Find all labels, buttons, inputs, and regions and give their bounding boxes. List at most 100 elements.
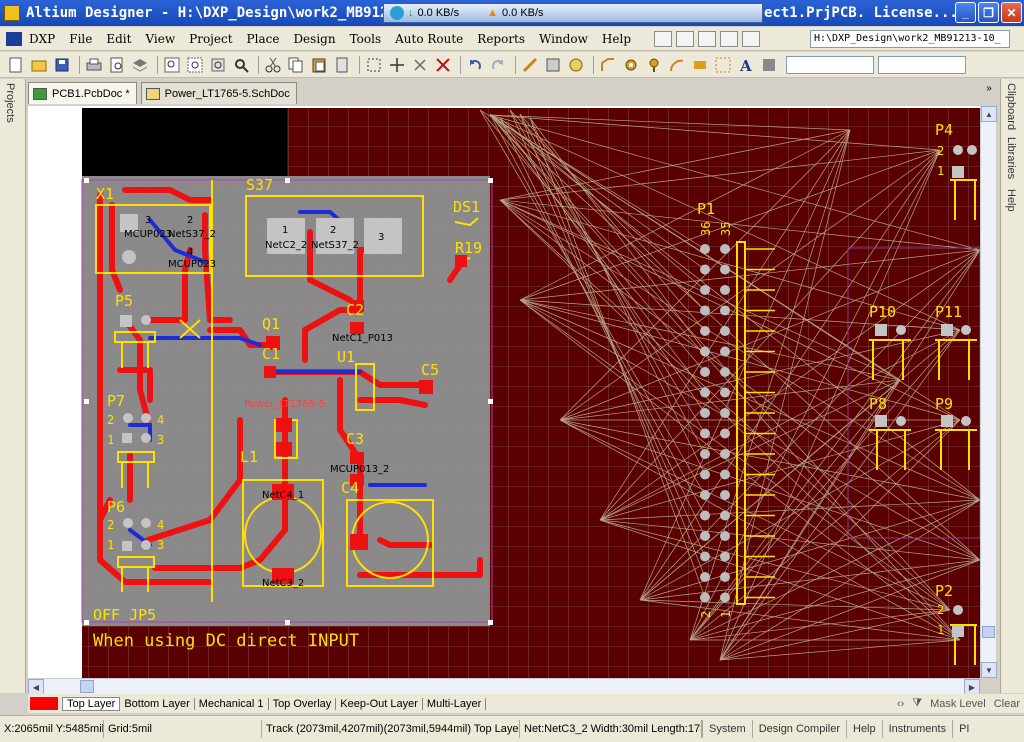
pcb-canvas[interactable]: 3 2 4 1 2 3 MCUP023 NetS37_2 MCUP023 Net… (28, 106, 980, 678)
pin-label: 1 (937, 164, 944, 178)
copy-icon[interactable] (286, 56, 306, 74)
distribute-icon[interactable] (720, 30, 739, 47)
net-label: NetS37_2 (168, 229, 216, 240)
menu-window[interactable]: Window (532, 32, 595, 46)
scroll-left-icon[interactable]: ◀ (28, 679, 44, 695)
pi-button[interactable]: PI (952, 720, 975, 738)
mask-level-button[interactable]: Mask Level (930, 698, 986, 710)
system-panel-button[interactable]: System (702, 720, 752, 738)
interactive-route-icon[interactable] (654, 30, 673, 47)
layer-set-combo[interactable] (786, 55, 874, 74)
snap-combo[interactable] (878, 55, 966, 74)
deselect-icon[interactable] (410, 56, 430, 74)
projects-panel-tab[interactable]: Projects (4, 83, 16, 123)
layer-stack-icon[interactable] (130, 56, 150, 74)
place-arc-icon[interactable] (667, 56, 687, 74)
menu-file[interactable]: File (62, 32, 99, 46)
place-fill-icon[interactable] (690, 56, 710, 74)
instruments-button[interactable]: Instruments (881, 720, 952, 738)
scroll-right-icon[interactable]: ▶ (964, 679, 980, 695)
designator-p10: P10 (869, 303, 896, 321)
save-icon[interactable] (52, 56, 72, 74)
route-track-icon[interactable] (598, 56, 618, 74)
designator-c4: C4 (341, 479, 359, 497)
pin-label: 2 (937, 144, 944, 158)
menu-help[interactable]: Help (595, 32, 638, 46)
zoom-area-icon[interactable] (185, 56, 205, 74)
print-icon[interactable] (84, 56, 104, 74)
menu-view[interactable]: View (138, 32, 182, 46)
designator-u1: U1 (337, 348, 355, 366)
place-string-icon[interactable]: A (736, 56, 756, 74)
room-icon[interactable] (742, 30, 761, 47)
vertical-scrollbar[interactable]: ▲ ▼ (980, 106, 997, 678)
project-path-combo[interactable]: H:\DXP_Design\work2_MB91213-10_ (810, 30, 1010, 48)
align-icon[interactable] (676, 30, 695, 47)
menu-design[interactable]: Design (286, 32, 342, 46)
place-polygon-icon[interactable] (713, 56, 733, 74)
tab-power-schdoc[interactable]: Power_LT1765-5.SchDoc (140, 82, 297, 104)
help-panel-button[interactable]: Help (846, 720, 882, 738)
layer-tab-bottom-layer[interactable]: Bottom Layer (120, 697, 195, 710)
vertical-scroll-thumb[interactable] (982, 626, 995, 638)
help-cursor-icon[interactable] (566, 56, 586, 74)
scroll-down-icon[interactable]: ▼ (981, 662, 997, 678)
menu-bar: DXP File Edit View Project Place Design … (0, 27, 1024, 51)
place-pad-icon[interactable] (621, 56, 641, 74)
layer-tab-multi-layer[interactable]: Multi-Layer (423, 697, 487, 710)
layer-tab-top-layer[interactable]: Top Layer (62, 696, 121, 711)
designator-p1: P1 (697, 200, 715, 218)
menu-edit[interactable]: Edit (99, 32, 138, 46)
close-button[interactable]: ✕ (1001, 2, 1022, 23)
zoom-filtered-icon[interactable] (231, 56, 251, 74)
undo-icon[interactable] (465, 56, 485, 74)
component-browse-icon[interactable] (543, 56, 563, 74)
place-via-icon[interactable] (644, 56, 664, 74)
rubber-stamp-icon[interactable] (332, 56, 352, 74)
libraries-panel-tab[interactable]: Libraries (1005, 137, 1017, 179)
crosshair-icon[interactable] (520, 56, 540, 74)
tab-pcb1-pcbdoc[interactable]: PCB1.PcbDoc * (28, 82, 137, 104)
clear-filter-icon[interactable] (433, 56, 453, 74)
clear-button[interactable]: Clear (994, 698, 1020, 710)
clipboard-panel-tab[interactable]: Clipboard (1005, 83, 1017, 130)
p1-pad (700, 428, 710, 439)
scroll-up-icon[interactable]: ▲ (981, 106, 997, 122)
tab-scroll-right-icon[interactable]: » (982, 83, 996, 99)
find-icon[interactable] (698, 30, 717, 47)
move-icon[interactable] (387, 56, 407, 74)
pcb-drawing[interactable]: 3 2 4 1 2 3 MCUP023 NetS37_2 MCUP023 Net… (28, 106, 980, 678)
redo-icon[interactable] (488, 56, 508, 74)
zoom-selected-icon[interactable] (208, 56, 228, 74)
minimize-button[interactable]: _ (955, 2, 976, 23)
layer-scroll-icon[interactable]: ‹› (897, 698, 904, 710)
tab-label: Power_LT1765-5.SchDoc (164, 87, 290, 100)
print-preview-icon[interactable] (107, 56, 127, 74)
layer-tab-keep-out[interactable]: Keep-Out Layer (336, 697, 423, 710)
refresh-icon[interactable] (390, 6, 404, 20)
select-area-icon[interactable] (364, 56, 384, 74)
horizontal-scrollbar[interactable]: ◀ ▶ (28, 678, 980, 695)
maximize-button[interactable]: ❐ (978, 2, 999, 23)
help-panel-tab[interactable]: Help (1005, 189, 1017, 212)
menu-tools[interactable]: Tools (343, 32, 389, 46)
cut-icon[interactable] (263, 56, 283, 74)
menu-dxp[interactable]: DXP (22, 32, 62, 46)
component-array-icon[interactable] (759, 56, 779, 74)
paste-icon[interactable] (309, 56, 329, 74)
net-label: NetC4_1 (262, 490, 304, 501)
net-label: NetC1_P013 (332, 333, 393, 344)
layer-tab-top-overlay[interactable]: Top Overlay (269, 697, 337, 710)
menu-reports[interactable]: Reports (470, 32, 532, 46)
new-file-icon[interactable] (6, 56, 26, 74)
zoom-fit-icon[interactable] (162, 56, 182, 74)
layer-tab-mechanical-1[interactable]: Mechanical 1 (195, 697, 269, 710)
menu-place[interactable]: Place (240, 32, 287, 46)
design-compiler-button[interactable]: Design Compiler (751, 720, 846, 738)
menu-project[interactable]: Project (182, 32, 239, 46)
horizontal-scroll-thumb[interactable] (80, 680, 94, 693)
filter-icon[interactable]: ⧩ (912, 697, 922, 710)
open-folder-icon[interactable] (29, 56, 49, 74)
menu-auto-route[interactable]: Auto Route (388, 32, 470, 46)
p1-pad (720, 449, 730, 459)
